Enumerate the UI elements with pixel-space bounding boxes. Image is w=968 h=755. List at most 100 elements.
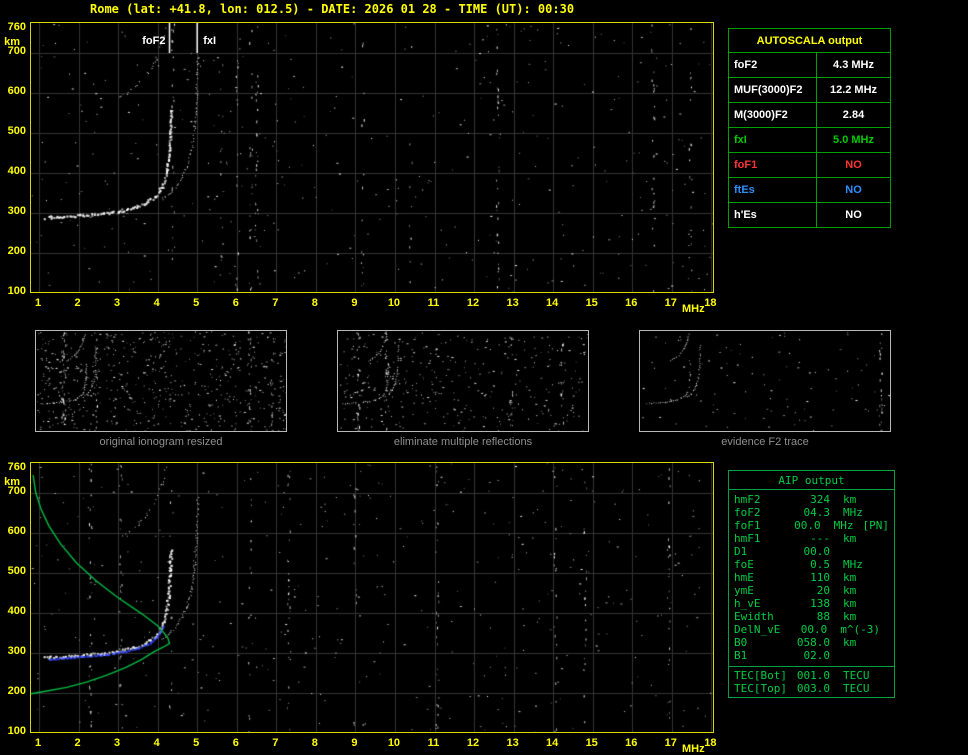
autoscala-param-label: fxI — [728, 127, 817, 153]
thumb-canvas-0 — [36, 331, 286, 431]
autoscala-param-value: NO — [816, 152, 891, 178]
bottom-plot-y-axis: 760 700 600 500 400 300 200 100 km — [2, 461, 28, 737]
aip-unit: km — [843, 571, 857, 584]
fof2-marker-label: foF2 — [142, 35, 166, 47]
x-tick-label: 16 — [625, 297, 638, 309]
aip-name: ymE — [734, 584, 754, 597]
aip-row: foF2 04.3 MHz — [729, 506, 894, 519]
aip-unit: m^(-3) — [840, 623, 880, 636]
top-plot-x-axis: 1 2 3 4 5 6 7 8 9 10 11 12 13 14 15 16 17 18 MHz — [30, 295, 740, 315]
x-tick-label: 15 — [585, 737, 598, 749]
aip-unit: MHz — [843, 558, 863, 571]
autoscala-row: MUF(3000)F2 12.2 MHz — [728, 77, 891, 103]
aip-unit: MHz — [843, 506, 863, 519]
autoscala-window: Rome (lat: +41.8, lon: 012.5) - DATE: 20… — [0, 0, 968, 755]
autoscala-row: foF1 NO — [728, 152, 891, 178]
aip-row: B0 058.0 km — [729, 636, 894, 649]
x-tick-label: 10 — [387, 737, 401, 749]
x-tick-label: 6 — [232, 737, 239, 749]
autoscala-table-body: foF2 4.3 MHz MUF(3000)F2 12.2 MHz M(3000)F2 2… — [728, 52, 891, 228]
autoscala-param-label: ftEs — [728, 177, 817, 203]
y-tick-label: 600 — [7, 525, 26, 537]
thumbnail-f2-trace — [639, 330, 891, 432]
aip-value: 001.0 — [796, 669, 830, 682]
aip-value: 02.0 — [803, 649, 831, 662]
aip-value: 00.0 — [800, 623, 828, 636]
thumbnail-caption: eliminate multiple reflections — [393, 436, 533, 448]
x-tick-label: 13 — [506, 737, 519, 749]
thumbnail-caption: evidence F2 trace — [721, 436, 809, 448]
aip-row: D1 00.0 — [729, 545, 894, 558]
autoscala-output-table: AUTOSCALA output foF2 4.3 MHz MUF(3000)F2 1… — [728, 28, 891, 228]
aip-row: DelN_vE 00.0 m^(-3) — [729, 623, 894, 636]
aip-rows: hmF2 324 km foF2 04.3 MHz foF1 00.0 MHz [PN] hmF1-… — [729, 490, 894, 664]
thumbnail-multiple-reflections-group: eliminate multiple reflections — [337, 330, 589, 452]
aip-name: D1 — [734, 545, 748, 558]
y-tick-label: 600 — [7, 85, 26, 97]
top-ionogram-canvas — [31, 23, 713, 292]
x-tick-label: 17 — [664, 297, 677, 309]
thumbnail-caption: original ionogram resized — [99, 436, 223, 448]
y-axis-unit: km — [4, 36, 20, 48]
x-tick-label: 14 — [546, 737, 559, 749]
aip-extra: [PN] — [862, 519, 890, 532]
top-ionogram-plot: foF2 fxI — [30, 22, 714, 293]
aip-row: TEC[Bot] 001.0 TECU — [729, 669, 894, 682]
aip-name: foE — [734, 558, 754, 571]
aip-unit: MHz — [833, 519, 854, 532]
aip-row: hmF2 324 km — [729, 493, 894, 506]
aip-unit: km — [843, 532, 857, 545]
x-tick-label: 15 — [585, 297, 598, 309]
thumbnail-original-group: original ionogram resized — [35, 330, 287, 452]
x-tick-label: 4 — [153, 737, 160, 749]
aip-value: 88 — [816, 610, 830, 623]
aip-row: B1 02.0 — [729, 649, 894, 662]
autoscala-param-value: 5.0 MHz — [816, 127, 891, 153]
aip-row: foE 0.5 MHz — [729, 558, 894, 571]
y-tick-label: 200 — [7, 685, 26, 697]
autoscala-param-value: 2.84 — [816, 102, 891, 128]
autoscala-param-label: foF1 — [728, 152, 817, 178]
aip-value: 00.0 — [803, 545, 831, 558]
aip-row: Ewidth 88 km — [729, 610, 894, 623]
x-axis-unit: MHz — [682, 303, 705, 315]
aip-value: 00.0 — [794, 519, 821, 532]
aip-unit: km — [843, 493, 857, 506]
aip-value: --- — [810, 532, 830, 545]
x-tick-label: 6 — [232, 297, 239, 309]
x-tick-label: 5 — [193, 297, 200, 309]
aip-name: DelN_vE — [734, 623, 781, 636]
x-tick-label: 2 — [74, 297, 81, 309]
autoscala-param-label: foF2 — [728, 52, 817, 78]
autoscala-row: fxI 5.0 MHz — [728, 127, 891, 153]
x-tick-label: 1 — [34, 297, 42, 309]
autoscala-table-title: AUTOSCALA output — [728, 28, 891, 53]
thumbnail-multiple-reflections — [337, 330, 589, 432]
bottom-plot-x-axis: 1 2 3 4 5 6 7 8 9 10 11 12 13 14 15 16 17 18 MHz — [30, 735, 740, 755]
aip-name: foF1 — [734, 519, 761, 532]
aip-name: hmF1 — [734, 532, 761, 545]
aip-value: 04.3 — [803, 506, 831, 519]
x-tick-label: 4 — [153, 297, 160, 309]
autoscala-param-label: M(3000)F2 — [728, 102, 817, 128]
autoscala-param-value: NO — [816, 177, 891, 203]
x-tick-label: 12 — [466, 297, 480, 309]
y-tick-label: 300 — [7, 645, 26, 657]
thumbnail-original — [35, 330, 287, 432]
thumb-canvas-2 — [640, 331, 890, 431]
x-tick-label: 17 — [664, 737, 677, 749]
thumb-canvas-1 — [338, 331, 588, 431]
y-tick-label: 200 — [7, 245, 26, 257]
top-plot-y-axis: 760 700 600 500 400 300 200 100 km — [2, 21, 28, 297]
autoscala-row: h'Es NO — [728, 202, 891, 228]
x-tick-label: 3 — [114, 737, 121, 749]
aip-value: 324 — [810, 493, 830, 506]
aip-unit: km — [843, 636, 857, 649]
aip-unit: km — [843, 610, 857, 623]
aip-value: 20 — [816, 584, 830, 597]
aip-value: 0.5 — [810, 558, 830, 571]
autoscala-param-label: MUF(3000)F2 — [728, 77, 817, 103]
y-tick-label: 500 — [7, 565, 26, 577]
autoscala-row: M(3000)F2 2.84 — [728, 102, 891, 128]
x-tick-label: 5 — [193, 737, 200, 749]
